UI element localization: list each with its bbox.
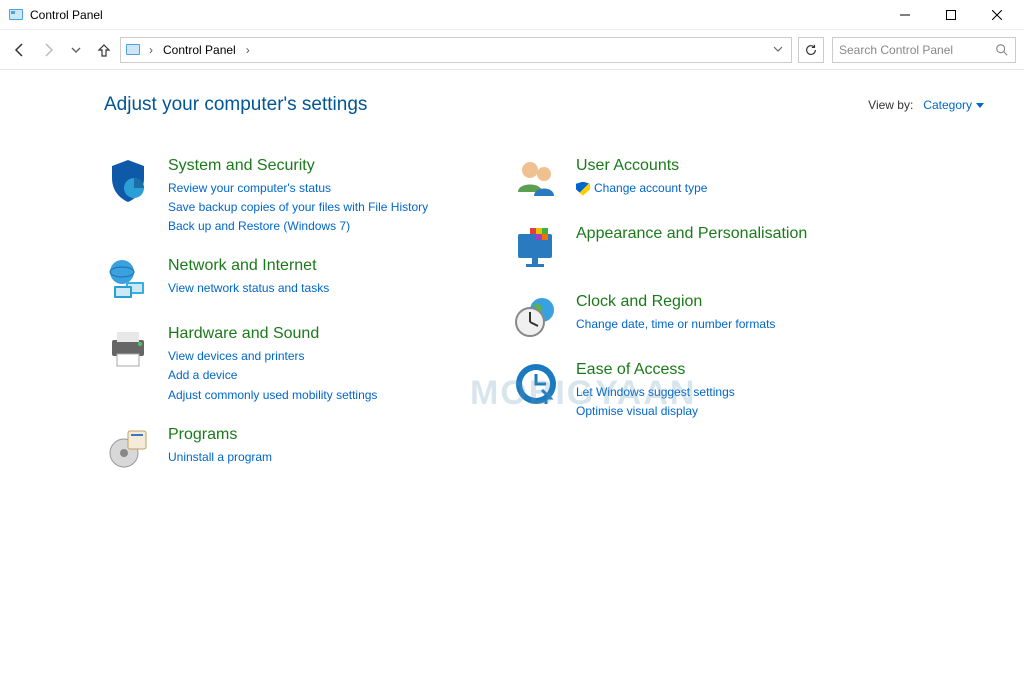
minimize-button[interactable] — [882, 0, 928, 30]
category-link[interactable]: Review your computer's status — [168, 179, 464, 198]
window-controls — [882, 0, 1020, 30]
category-link[interactable]: Add a device — [168, 366, 464, 385]
category-programs: Programs Uninstall a program — [104, 425, 464, 473]
category-title[interactable]: Network and Internet — [168, 256, 464, 277]
shield-icon — [104, 156, 152, 204]
category-link[interactable]: Uninstall a program — [168, 448, 464, 467]
view-by: View by: Category — [868, 98, 984, 112]
control-panel-icon — [125, 42, 141, 58]
category-ease-of-access: Ease of Access Let Windows suggest setti… — [512, 360, 872, 421]
address-dropdown-icon[interactable] — [769, 43, 787, 57]
back-button[interactable] — [8, 38, 32, 62]
chevron-right-icon[interactable]: › — [145, 43, 157, 57]
category-title[interactable]: User Accounts — [576, 156, 872, 177]
category-title[interactable]: Clock and Region — [576, 292, 872, 313]
navigation-bar: › Control Panel › — [0, 30, 1024, 70]
maximize-button[interactable] — [928, 0, 974, 30]
category-link[interactable]: Let Windows suggest settings — [576, 383, 872, 402]
categories-left: System and Security Review your computer… — [104, 156, 464, 493]
view-by-label: View by: — [868, 98, 913, 112]
titlebar: Control Panel — [0, 0, 1024, 30]
category-link[interactable]: Back up and Restore (Windows 7) — [168, 217, 464, 236]
search-icon — [995, 43, 1009, 57]
category-title[interactable]: Appearance and Personalisation — [576, 224, 872, 245]
category-title[interactable]: Hardware and Sound — [168, 324, 464, 345]
clock-globe-icon — [512, 292, 560, 340]
category-link[interactable]: Adjust commonly used mobility settings — [168, 386, 464, 405]
chevron-down-icon — [976, 103, 984, 108]
recent-locations-button[interactable] — [64, 38, 88, 62]
search-box[interactable] — [832, 37, 1016, 63]
refresh-button[interactable] — [798, 37, 824, 63]
category-link[interactable]: View network status and tasks — [168, 279, 464, 298]
category-link[interactable]: Change account type — [576, 179, 872, 198]
category-hardware-sound: Hardware and Sound View devices and prin… — [104, 324, 464, 404]
printer-icon — [104, 324, 152, 372]
address-bar[interactable]: › Control Panel › — [120, 37, 792, 63]
category-appearance-personalisation: Appearance and Personalisation — [512, 224, 872, 272]
chevron-right-icon[interactable]: › — [242, 43, 254, 57]
category-network-internet: Network and Internet View network status… — [104, 256, 464, 304]
search-input[interactable] — [839, 43, 995, 57]
close-button[interactable] — [974, 0, 1020, 30]
category-link[interactable]: Save backup copies of your files with Fi… — [168, 198, 464, 217]
view-by-dropdown[interactable]: Category — [923, 98, 984, 112]
category-link[interactable]: Change date, time or number formats — [576, 315, 872, 334]
category-link[interactable]: View devices and printers — [168, 347, 464, 366]
users-icon — [512, 156, 560, 204]
monitor-colors-icon — [512, 224, 560, 272]
forward-button[interactable] — [36, 38, 60, 62]
category-link[interactable]: Optimise visual display — [576, 402, 872, 421]
programs-icon — [104, 425, 152, 473]
up-button[interactable] — [92, 38, 116, 62]
page-heading: Adjust your computer's settings — [104, 94, 868, 116]
breadcrumb-control-panel[interactable]: Control Panel — [161, 43, 238, 57]
category-user-accounts: User Accounts Change account type — [512, 156, 872, 204]
category-title[interactable]: Programs — [168, 425, 464, 446]
category-clock-region: Clock and Region Change date, time or nu… — [512, 292, 872, 340]
category-title[interactable]: System and Security — [168, 156, 464, 177]
window-title: Control Panel — [30, 8, 103, 22]
ease-of-access-icon — [512, 360, 560, 408]
view-by-value: Category — [923, 98, 972, 112]
category-title[interactable]: Ease of Access — [576, 360, 872, 381]
category-system-security: System and Security Review your computer… — [104, 156, 464, 236]
content-area: Adjust your computer's settings View by:… — [0, 70, 1024, 493]
control-panel-icon — [8, 7, 24, 23]
categories-right: User Accounts Change account type — [512, 156, 872, 493]
globe-network-icon — [104, 256, 152, 304]
